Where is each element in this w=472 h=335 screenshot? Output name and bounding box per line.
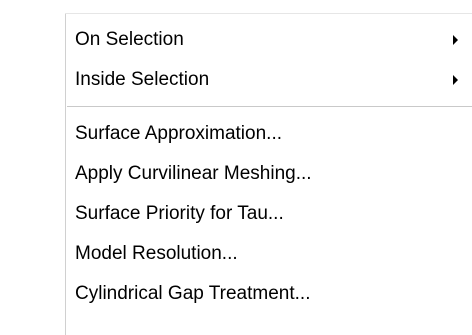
menu-item-label: Surface Approximation...: [75, 123, 282, 144]
menu-item-label: Surface Priority for Tau...: [75, 203, 284, 224]
menu-item-label: Apply Curvilinear Meshing...: [75, 163, 312, 184]
menu-item-surface-priority-for-tau[interactable]: Surface Priority for Tau...: [67, 196, 472, 232]
submenu-arrow-icon: [453, 35, 458, 45]
menu-item-model-resolution[interactable]: Model Resolution...: [67, 236, 472, 272]
menu-top-border: [65, 13, 472, 14]
menu-item-label: On Selection: [75, 29, 184, 50]
menu-item-cylindrical-gap-treatment[interactable]: Cylindrical Gap Treatment...: [67, 276, 472, 312]
menu-item-label: Model Resolution...: [75, 243, 238, 264]
context-menu: On Selection Inside Selection Surface Ap…: [0, 0, 472, 335]
menu-item-on-selection[interactable]: On Selection: [67, 22, 472, 58]
menu-item-label: Inside Selection: [75, 69, 210, 90]
submenu-arrow-icon: [453, 75, 458, 85]
menu-item-label: Cylindrical Gap Treatment...: [75, 283, 311, 304]
menu-item-inside-selection[interactable]: Inside Selection: [67, 62, 472, 98]
menu-item-surface-approximation[interactable]: Surface Approximation...: [67, 116, 472, 152]
menu-separator-highlight: [67, 107, 472, 108]
menu-item-apply-curvilinear-meshing[interactable]: Apply Curvilinear Meshing...: [67, 156, 472, 192]
menu-icon-gutter-divider: [65, 14, 66, 335]
